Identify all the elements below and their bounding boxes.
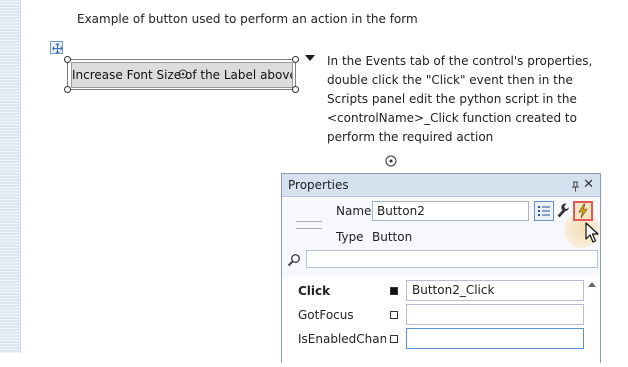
property-search-row (286, 250, 598, 270)
event-handler-marker (390, 335, 398, 343)
instruction-line: double click the "Click" event then in t… (327, 73, 573, 87)
type-label: Type (336, 230, 364, 244)
resize-handle-top-right[interactable] (292, 56, 299, 63)
event-row-isenabledchanged[interactable]: IsEnabledChan... (282, 327, 600, 351)
events-scrollbar[interactable] (586, 278, 598, 362)
move-handle-icon[interactable] (50, 41, 63, 54)
instruction-line: In the Events tab of the control's prope… (327, 54, 593, 68)
instructions-text: In the Events tab of the control's prope… (327, 52, 597, 147)
scroll-up-arrow-icon[interactable] (588, 282, 596, 287)
mouse-pointer-icon (585, 222, 599, 248)
events-grid: Click Button2_Click GotFocus IsEnabledCh… (282, 277, 600, 367)
search-icon (287, 252, 301, 271)
properties-title: Properties (288, 178, 349, 192)
properties-tab-list-icon[interactable] (534, 201, 554, 221)
resize-handle-bottom-right[interactable] (292, 86, 299, 93)
property-search-input[interactable] (306, 250, 598, 268)
pin-icon[interactable] (571, 178, 580, 200)
events-tab-lightning-icon[interactable] (573, 201, 593, 221)
resize-handle-bottom-left[interactable] (64, 86, 71, 93)
event-name: GotFocus (298, 308, 354, 322)
event-handler-field[interactable] (406, 328, 584, 349)
form-caption-label: Example of button used to perform an act… (77, 12, 418, 26)
instruction-line: Scripts panel edit the python script in … (327, 92, 577, 106)
event-name: IsEnabledChan... (298, 332, 386, 346)
close-icon[interactable]: ✕ (583, 174, 594, 196)
event-row-click[interactable]: Click Button2_Click (282, 279, 600, 303)
event-handler-field[interactable] (406, 304, 584, 325)
anchor-target-icon[interactable] (385, 155, 397, 167)
rotate-handle-icon[interactable] (178, 69, 188, 79)
name-field[interactable]: Button2 (372, 201, 529, 221)
event-name: Click (298, 284, 331, 298)
designer-left-rail (0, 0, 21, 353)
smart-tag-arrow-icon[interactable] (305, 55, 315, 61)
type-value: Button (372, 230, 413, 244)
instruction-line: perform the required action (327, 130, 494, 144)
event-handler-field[interactable]: Button2_Click (406, 280, 584, 301)
properties-panel: Properties ✕ Name Button2 Type Button Cl… (281, 173, 601, 367)
event-handler-marker (390, 311, 398, 319)
event-handler-marker (390, 287, 398, 295)
resize-handle-top-left[interactable] (64, 56, 71, 63)
properties-header: Properties ✕ (282, 174, 600, 197)
event-row-gotfocus[interactable]: GotFocus (282, 303, 600, 327)
name-label: Name (336, 204, 372, 218)
instruction-line: <controlName>_Click function created to (327, 111, 577, 125)
control-preview-icon (296, 221, 322, 229)
